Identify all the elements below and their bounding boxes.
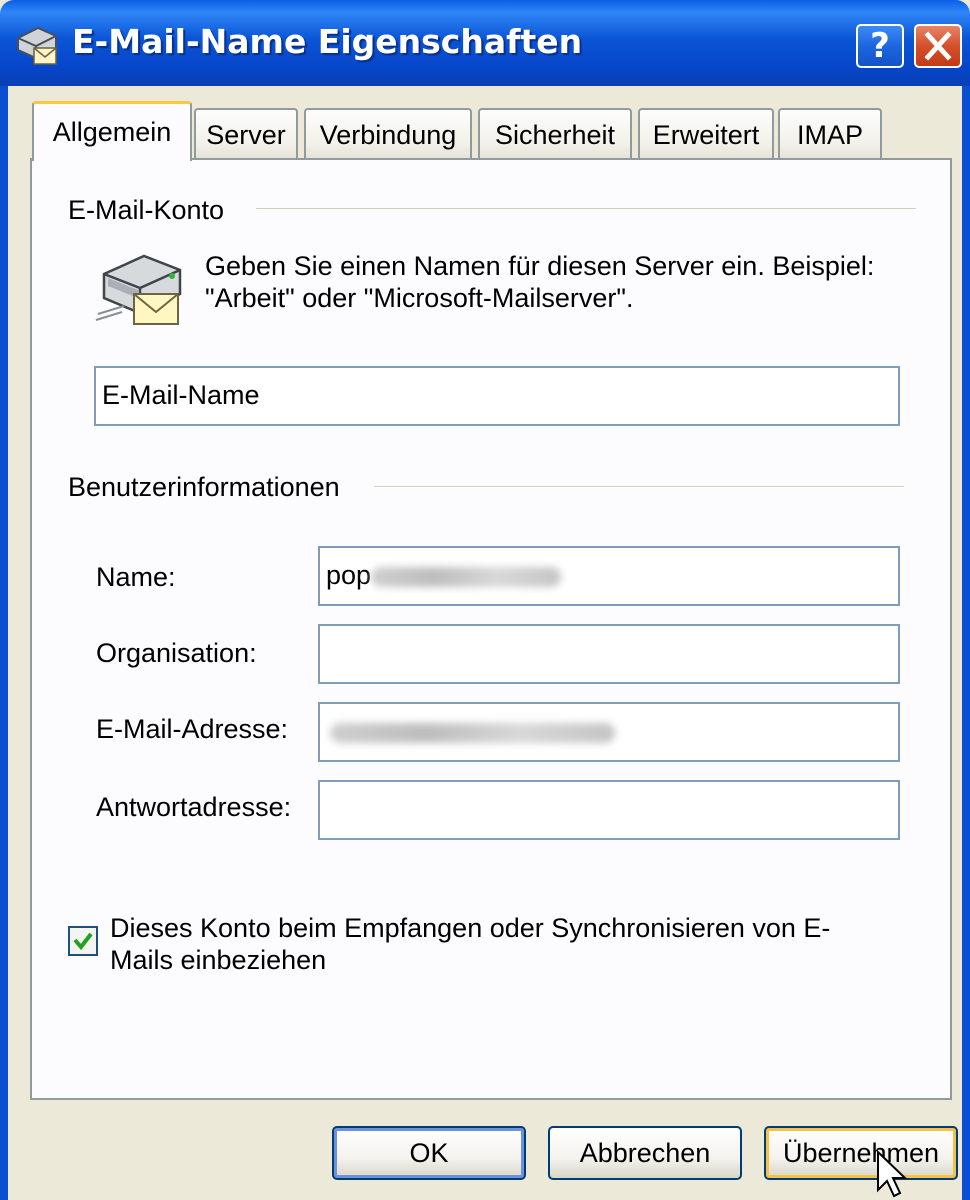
redacted-text xyxy=(371,566,562,587)
group-divider xyxy=(374,486,904,488)
tab-sicherheit[interactable]: Sicherheit xyxy=(478,108,632,158)
organisation-input[interactable] xyxy=(318,624,900,684)
window-border-right xyxy=(962,86,970,1200)
name-value: pop xyxy=(326,560,372,590)
properties-dialog: E-Mail-Name Eigenschaften ? Allgemein Se… xyxy=(0,0,970,1200)
organisation-label: Organisation: xyxy=(96,638,257,668)
email-address-label: E-Mail-Adresse: xyxy=(96,714,289,744)
redacted-text xyxy=(330,722,615,743)
tab-allgemein[interactable]: Allgemein xyxy=(32,101,192,161)
name-input[interactable]: pop xyxy=(318,546,900,606)
group-label-user-info: Benutzerinformationen xyxy=(68,472,340,502)
reply-address-input[interactable] xyxy=(318,780,900,840)
help-icon: ? xyxy=(870,26,890,66)
name-label: Name: xyxy=(96,562,176,592)
help-button[interactable]: ? xyxy=(856,24,904,68)
email-address-input[interactable] xyxy=(318,702,900,762)
tab-verbindung[interactable]: Verbindung xyxy=(304,108,472,158)
tab-imap[interactable]: IMAP xyxy=(778,108,882,158)
include-account-label[interactable]: Dieses Konto beim Empfangen oder Synchro… xyxy=(110,912,890,976)
apply-button[interactable]: Übernehmen xyxy=(764,1126,958,1180)
ok-button[interactable]: OK xyxy=(332,1126,526,1180)
window-border-left xyxy=(0,86,8,1200)
account-name-input[interactable]: E-Mail-Name xyxy=(94,366,900,426)
mouse-cursor-icon xyxy=(877,1150,908,1198)
cancel-button[interactable]: Abbrechen xyxy=(548,1126,742,1180)
mail-server-icon xyxy=(95,254,182,325)
close-button[interactable] xyxy=(914,24,962,68)
tab-server[interactable]: Server xyxy=(194,108,298,158)
title-bar[interactable]: E-Mail-Name Eigenschaften ? xyxy=(0,0,970,86)
include-account-checkbox[interactable] xyxy=(68,926,98,956)
account-description: Geben Sie einen Namen für diesen Server … xyxy=(205,251,875,313)
tab-erweitert[interactable]: Erweitert xyxy=(638,108,774,158)
window-title: E-Mail-Name Eigenschaften xyxy=(72,22,583,61)
mail-server-icon xyxy=(17,26,57,65)
group-label-mail-account: E-Mail-Konto xyxy=(68,195,225,225)
group-divider xyxy=(256,208,916,210)
reply-address-label: Antwortadresse: xyxy=(96,792,292,822)
checkmark-icon xyxy=(73,932,93,951)
close-icon xyxy=(924,31,952,61)
